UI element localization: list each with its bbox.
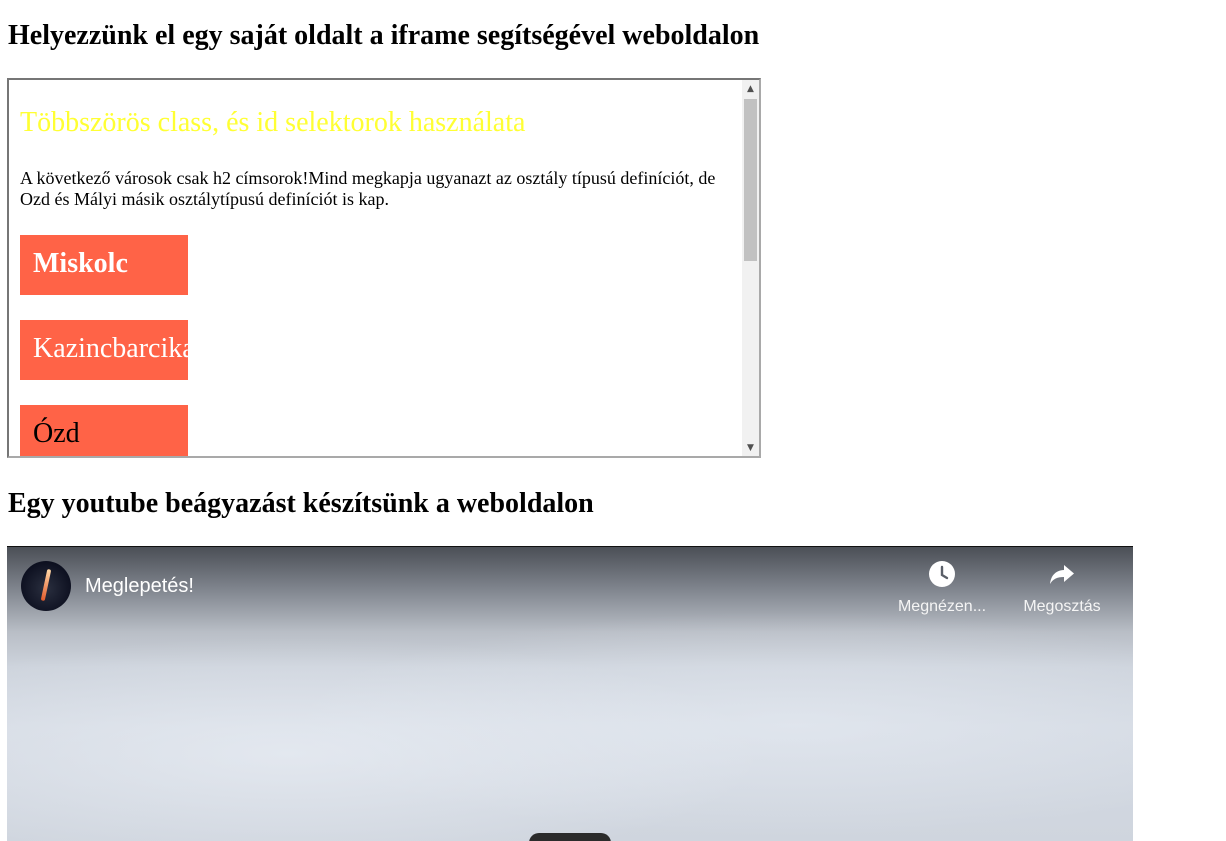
city-label: Kazincbarcika (33, 333, 188, 364)
city-label: Ózd (33, 418, 80, 449)
iframe-page-title: Többszörös class, és id selektorok haszn… (20, 107, 526, 138)
avatar-streak (40, 568, 52, 602)
city-heading-kazincbarcika: Kazincbarcika (20, 320, 188, 380)
channel-avatar[interactable] (21, 561, 71, 611)
share-arrow-icon (1050, 565, 1074, 584)
chevron-up-icon[interactable]: ▲ (742, 80, 759, 97)
city-heading-ozd: Ózd (20, 405, 188, 456)
youtube-embed[interactable]: Meglepetés! Megnézen... Megosztás (7, 546, 1133, 841)
iframe-section-heading: Helyezzünk el egy saját oldalt a iframe … (8, 20, 760, 51)
iframe-document: Többszörös class, és id selektorok haszn… (9, 80, 742, 456)
city-label: Miskolc (33, 248, 128, 279)
city-heading-miskolc: Miskolc (20, 235, 188, 295)
watch-later-label: Megnézen... (897, 598, 987, 615)
scrollbar-thumb[interactable] (744, 99, 757, 261)
play-button[interactable] (529, 833, 611, 841)
embedded-iframe[interactable]: Többszörös class, és id selektorok haszn… (7, 78, 761, 458)
clock-icon (929, 561, 955, 587)
page: Helyezzünk el egy saját oldalt a iframe … (0, 0, 1226, 841)
share-label: Megosztás (1023, 598, 1101, 615)
watch-later-button[interactable]: Megnézen... (887, 559, 997, 617)
iframe-scrollbar[interactable]: ▲ ▼ (742, 80, 759, 456)
iframe-paragraph: A következő városok csak h2 címsorok!Min… (20, 168, 716, 209)
video-title[interactable]: Meglepetés! (85, 574, 194, 598)
share-button[interactable]: Megosztás (1007, 559, 1117, 617)
chevron-down-icon[interactable]: ▼ (742, 439, 759, 456)
youtube-section-heading: Egy youtube beágyazást készítsünk a webo… (8, 488, 594, 519)
